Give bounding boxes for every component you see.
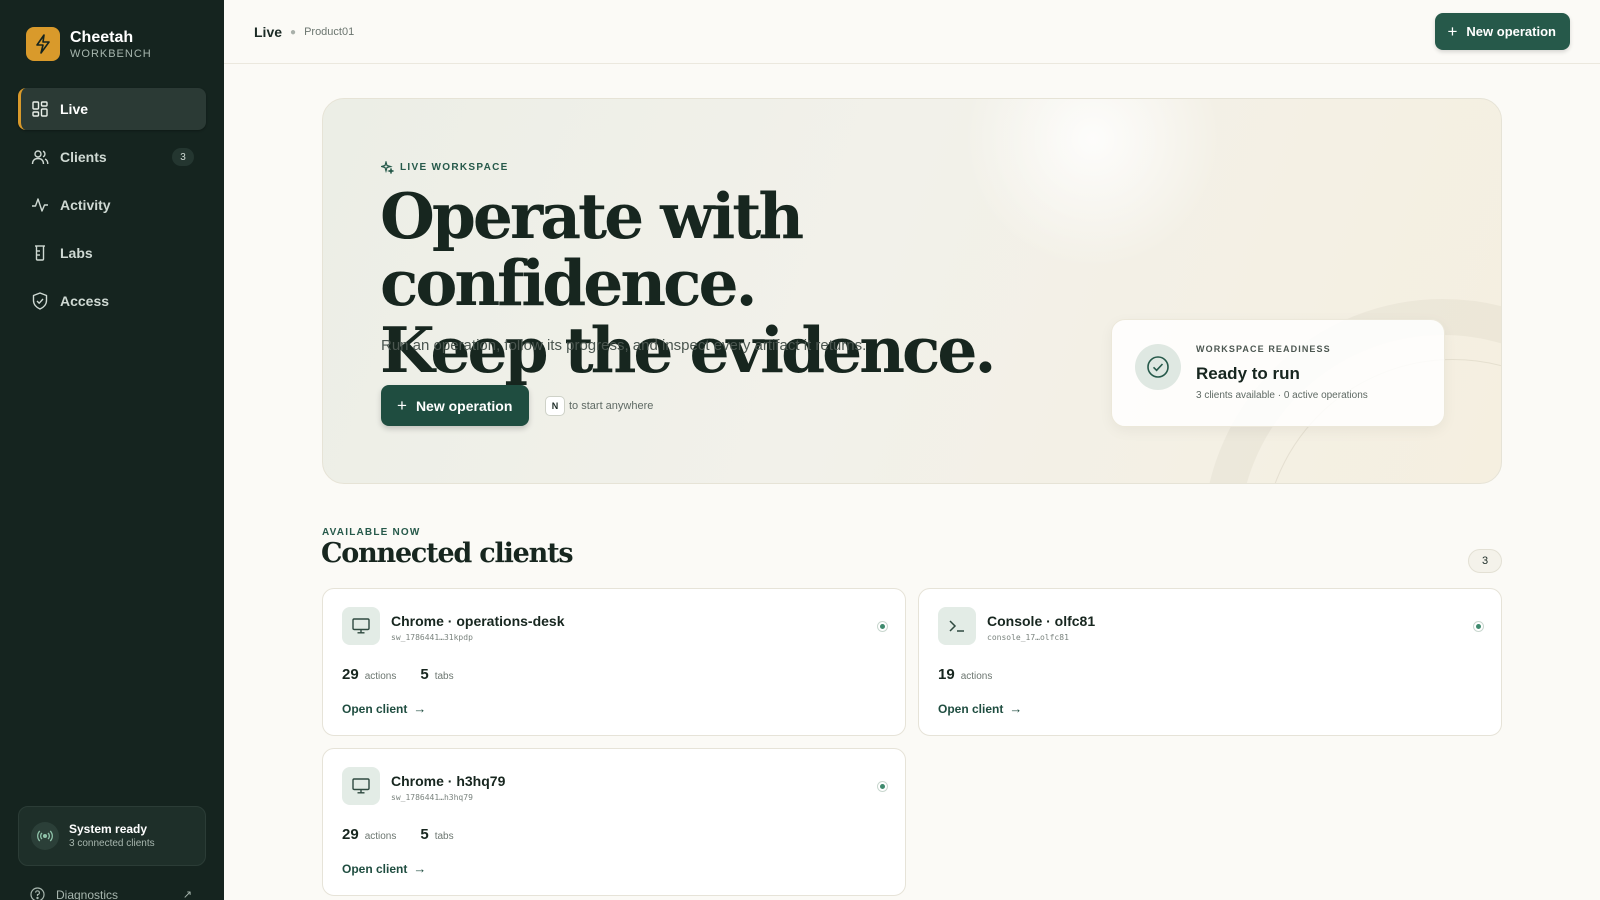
hero-new-operation-button[interactable]: + New operation	[381, 385, 530, 426]
sidebar-item-labs[interactable]: Labs	[18, 232, 206, 274]
stat-value: 5	[420, 666, 429, 683]
sidebar-item-activity[interactable]: Activity	[18, 184, 206, 226]
sidebar-item-live[interactable]: Live	[18, 88, 206, 130]
sidebar-item-label: Clients	[60, 149, 107, 165]
breadcrumb-separator: ●	[290, 26, 297, 38]
open-client-label: Open client	[342, 861, 408, 876]
clients-count-badge: 3	[1468, 549, 1502, 573]
stat-unit: tabs	[434, 671, 454, 682]
sidebar-item-clients[interactable]: Clients 3	[18, 136, 206, 178]
keyboard-shortcut-hint: N to start anywhere	[545, 396, 653, 416]
client-card[interactable]: Console · olfc81 console_17…olfc81 19 ac…	[918, 588, 1502, 736]
clients-section-title: Connected clients	[321, 538, 574, 569]
open-client-link[interactable]: Open client →	[342, 861, 426, 876]
plus-icon: +	[1447, 22, 1458, 41]
client-stats: 29 actions 5 tabs	[342, 826, 478, 843]
workspace-readiness-card: WORKSPACE READINESS Ready to run 3 clien…	[1111, 319, 1445, 427]
new-operation-button[interactable]: + New operation	[1435, 13, 1570, 50]
system-status-card[interactable]: System ready 3 connected clients	[18, 806, 206, 866]
shortcut-key: N	[545, 396, 565, 416]
terminal-icon	[938, 607, 976, 645]
client-id: sw_1786441…h3hq79	[391, 793, 473, 802]
online-status-icon	[877, 781, 888, 792]
sidebar-item-label: Labs	[60, 245, 93, 261]
clients-section-eyebrow: AVAILABLE NOW	[322, 527, 421, 538]
brand-name: Cheetah	[70, 28, 134, 46]
monitor-icon	[342, 767, 380, 805]
new-operation-label: New operation	[1466, 24, 1556, 39]
brand-subtitle: WORKBENCH	[70, 47, 152, 60]
clients-count-badge: 3	[172, 148, 194, 166]
stat-unit: actions	[960, 671, 993, 682]
users-icon	[31, 148, 49, 166]
client-name: Console · olfc81	[987, 613, 1096, 629]
stat-unit: actions	[364, 831, 397, 842]
online-status-icon	[1473, 621, 1484, 632]
client-name: Chrome · h3hq79	[391, 773, 506, 789]
stat-value: 5	[420, 826, 429, 843]
diagnostics-link[interactable]: Diagnostics ↗	[30, 887, 192, 900]
breadcrumb-current[interactable]: Live	[254, 24, 282, 40]
broadcast-icon	[31, 822, 59, 850]
monitor-icon	[342, 607, 380, 645]
open-client-link[interactable]: Open client →	[938, 701, 1022, 716]
stat-unit: tabs	[434, 831, 454, 842]
external-link-icon: ↗	[182, 889, 192, 900]
hero-eyebrow-label: LIVE WORKSPACE	[400, 162, 509, 173]
flask-icon	[31, 244, 49, 262]
open-client-label: Open client	[342, 701, 408, 716]
system-status-title: System ready	[69, 822, 148, 836]
sidebar-item-label: Live	[60, 101, 89, 117]
client-id: console_17…olfc81	[987, 633, 1069, 642]
open-client-label: Open client	[938, 701, 1004, 716]
breadcrumb-product[interactable]: Product01	[304, 26, 354, 38]
sidebar: Cheetah WORKBENCH Live Clients 3 Activit…	[0, 0, 224, 900]
client-stats: 29 actions 5 tabs	[342, 666, 478, 683]
shortcut-hint-text: to start anywhere	[569, 400, 654, 412]
arrow-right-icon: →	[1009, 701, 1023, 716]
readiness-title: Ready to run	[1196, 364, 1300, 383]
open-client-link[interactable]: Open client →	[342, 701, 426, 716]
client-stats: 19 actions	[938, 666, 1016, 683]
online-status-icon	[877, 621, 888, 632]
sidebar-item-label: Access	[60, 293, 110, 309]
arrow-right-icon: →	[413, 701, 427, 716]
hero-button-label: New operation	[415, 397, 513, 414]
stat-value: 19	[938, 666, 955, 683]
arrow-right-icon: →	[413, 861, 427, 876]
client-card[interactable]: Chrome · operations-desk sw_1786441…31kp…	[322, 588, 906, 736]
stat-unit: actions	[364, 671, 397, 682]
sidebar-item-access[interactable]: Access	[18, 280, 206, 322]
sidebar-item-label: Activity	[60, 197, 111, 213]
activity-icon	[31, 196, 49, 214]
topbar: Live ● Product01 + New operation	[224, 0, 1600, 64]
client-card[interactable]: Chrome · h3hq79 sw_1786441…h3hq79 29 act…	[322, 748, 906, 896]
hero-eyebrow: LIVE WORKSPACE	[381, 161, 509, 174]
check-circle-icon	[1135, 344, 1181, 390]
hero-panel: LIVE WORKSPACE Operate with confidence. …	[322, 98, 1502, 484]
readiness-subtitle: 3 clients available · 0 active operation…	[1196, 390, 1368, 401]
readiness-eyebrow: WORKSPACE READINESS	[1196, 344, 1331, 354]
sparkle-icon	[381, 161, 394, 174]
diagnostics-label: Diagnostics	[56, 887, 119, 900]
shield-check-icon	[31, 292, 49, 310]
stat-value: 29	[342, 826, 359, 843]
help-circle-icon	[30, 887, 45, 900]
client-id: sw_1786441…31kpdp	[391, 633, 473, 642]
system-status-subtitle: 3 connected clients	[69, 838, 155, 849]
hero-headline-line1: Operate with confidence.	[380, 179, 804, 320]
lightning-logo-icon	[26, 27, 60, 61]
plus-icon: +	[397, 396, 407, 415]
client-name: Chrome · operations-desk	[391, 613, 565, 629]
hero-subtitle: Run an operation, follow its progress, a…	[381, 337, 867, 354]
breadcrumb: Live ● Product01	[254, 24, 354, 40]
stat-value: 29	[342, 666, 359, 683]
sidebar-nav: Live Clients 3 Activity Labs Access	[18, 88, 206, 328]
brand[interactable]: Cheetah WORKBENCH	[26, 27, 152, 61]
dashboard-icon	[31, 100, 49, 118]
